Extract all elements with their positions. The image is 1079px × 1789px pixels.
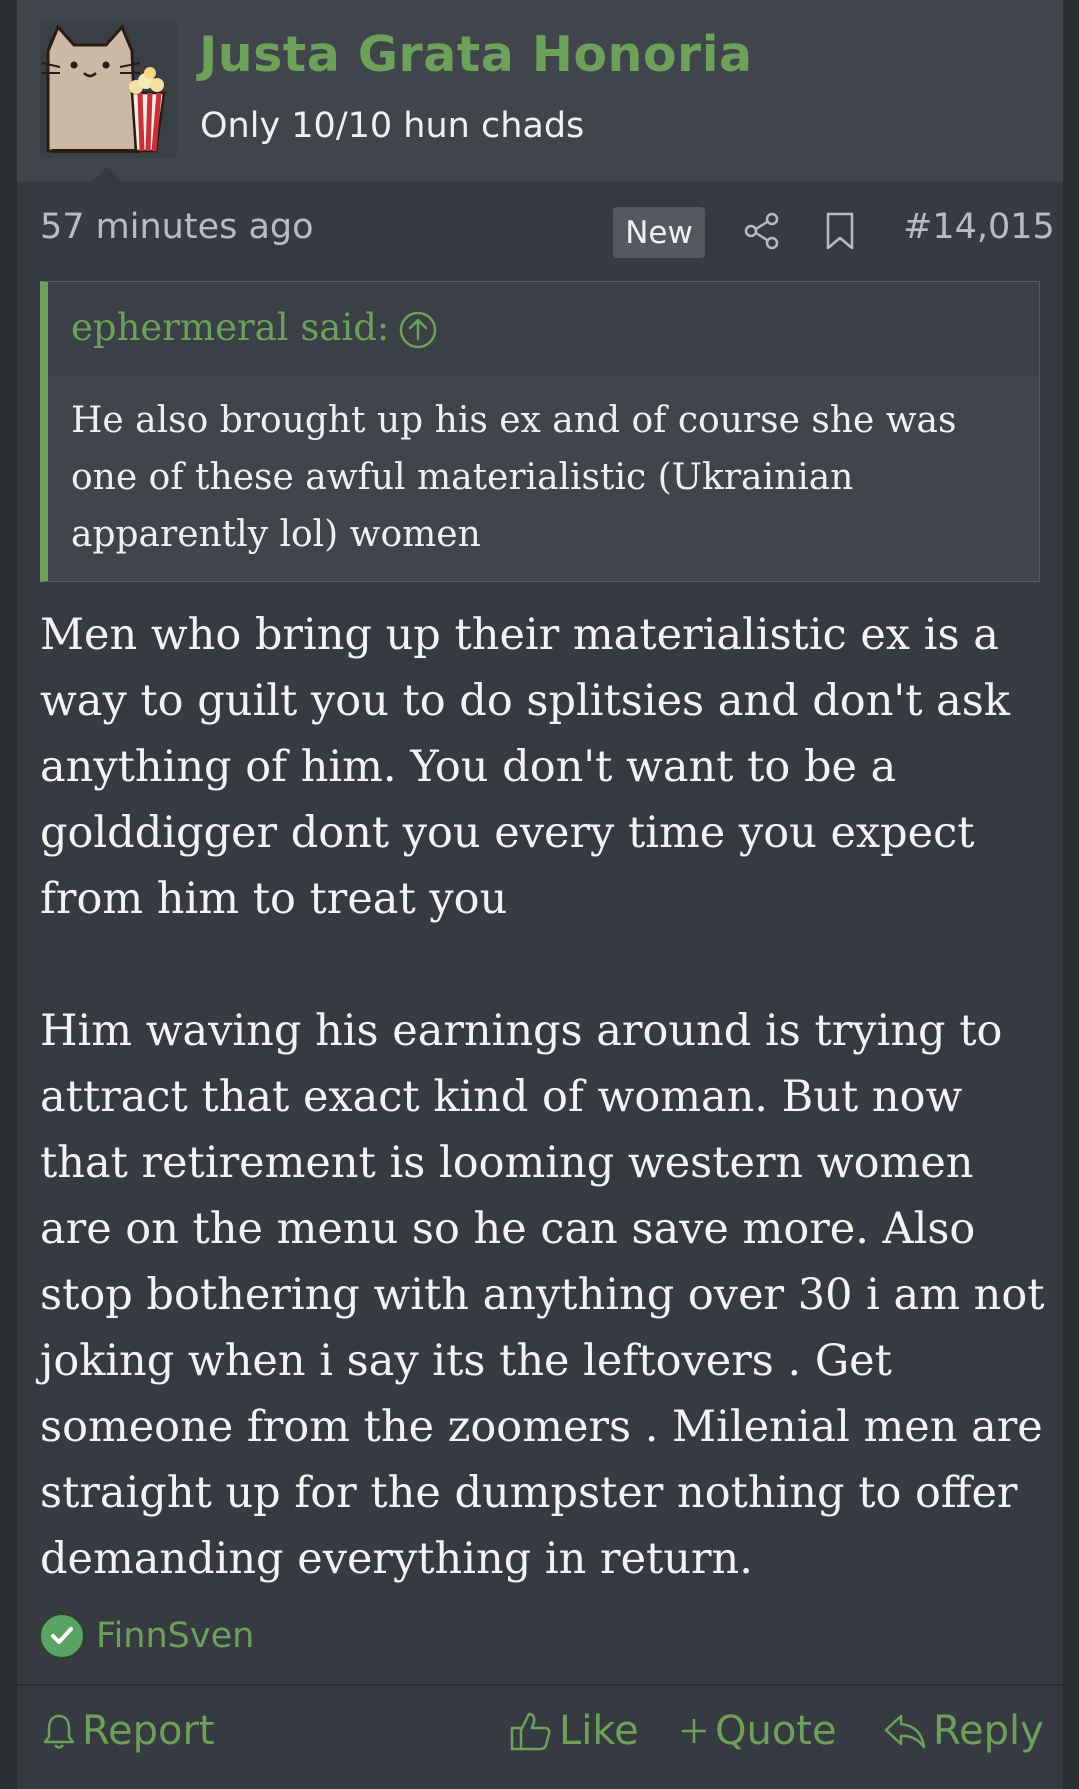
quote-author-link[interactable]: ephermeral said: bbox=[71, 306, 389, 349]
message-paragraph: Men who bring up their materialistic ex … bbox=[40, 610, 1010, 924]
thumbs-up-icon bbox=[510, 1712, 551, 1751]
check-icon bbox=[38, 1612, 86, 1660]
message-body: Men who bring up their materialistic ex … bbox=[40, 602, 1045, 1592]
reaction-user-link[interactable]: FinnSven bbox=[96, 1616, 254, 1656]
right-gutter bbox=[1063, 0, 1079, 1789]
user-header: Justa Grata Honoria Only 10/10 hun chads bbox=[17, 0, 1063, 181]
username-link[interactable]: Justa Grata Honoria bbox=[199, 26, 753, 83]
quote-text: He also brought up his ex and of course … bbox=[71, 400, 957, 555]
user-title: Only 10/10 hun chads bbox=[200, 106, 585, 146]
avatar[interactable] bbox=[40, 21, 177, 158]
arrow-up-circle-icon[interactable] bbox=[398, 310, 438, 350]
post-timestamp-link[interactable]: 57 minutes ago bbox=[40, 207, 314, 247]
post-actions: Report Like Quote Reply bbox=[17, 1684, 1063, 1789]
quote-label: Quote bbox=[715, 1708, 837, 1754]
report-button[interactable]: Report bbox=[42, 1708, 215, 1754]
left-gutter bbox=[0, 0, 17, 1789]
quote-block: ephermeral said: He also brought up his … bbox=[40, 281, 1040, 582]
like-label: Like bbox=[559, 1708, 639, 1754]
post-meta: 57 minutes ago New #14,015 bbox=[17, 181, 1063, 281]
report-label: Report bbox=[82, 1708, 215, 1754]
bell-icon bbox=[43, 1714, 75, 1749]
bookmark-icon[interactable] bbox=[823, 211, 857, 251]
new-badge: New bbox=[613, 207, 705, 258]
forum-post: Justa Grata Honoria Only 10/10 hun chads… bbox=[17, 0, 1063, 1789]
post-number-link[interactable]: #14,015 bbox=[903, 207, 1055, 247]
reply-arrow-icon bbox=[884, 1714, 926, 1749]
reply-label: Reply bbox=[933, 1708, 1044, 1754]
reply-button[interactable]: Reply bbox=[883, 1708, 1044, 1754]
quote-header: ephermeral said: bbox=[48, 282, 1039, 377]
like-button[interactable]: Like bbox=[509, 1708, 639, 1754]
page: Justa Grata Honoria Only 10/10 hun chads… bbox=[0, 0, 1079, 1789]
cat-popcorn-avatar-icon bbox=[40, 21, 177, 158]
avatar-pointer bbox=[93, 166, 121, 181]
quote-button[interactable]: Quote bbox=[679, 1708, 837, 1754]
plus-icon bbox=[682, 1719, 706, 1743]
share-icon[interactable] bbox=[742, 211, 782, 251]
reaction-summary[interactable]: FinnSven bbox=[38, 1611, 254, 1661]
message-paragraph: Him waving his earnings around is trying… bbox=[40, 1006, 1045, 1584]
